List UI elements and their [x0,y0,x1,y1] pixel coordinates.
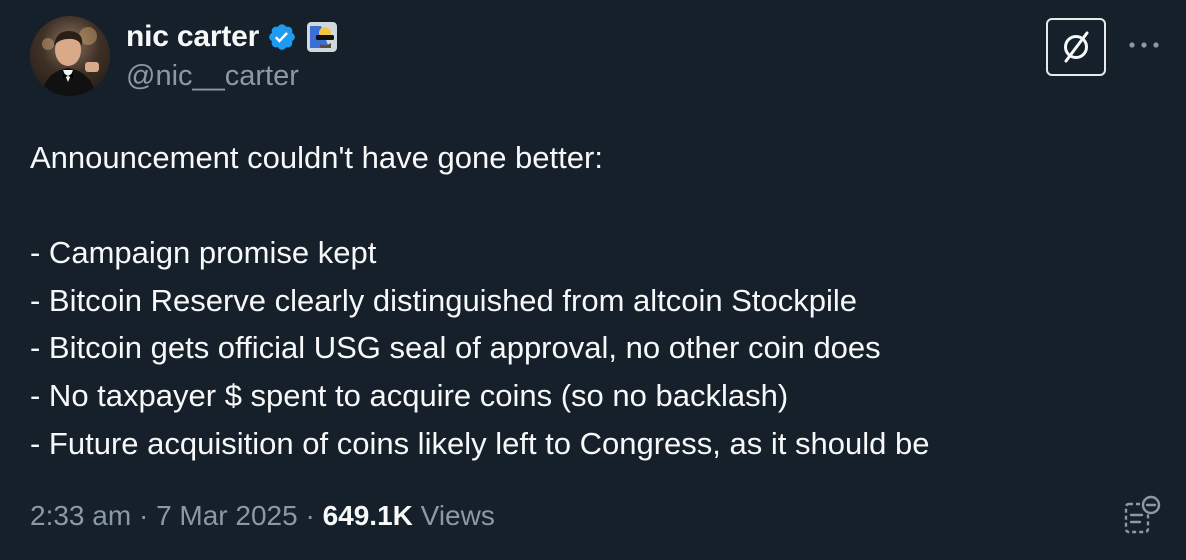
meta-separator: · [297,500,323,531]
tweet-line: - Bitcoin gets official USG seal of appr… [30,330,881,366]
brand-logo-icon [1064,31,1089,63]
brand-logo-button[interactable] [1046,18,1106,76]
views-count[interactable]: 649.1K [323,500,413,531]
meta-separator: · [131,500,157,531]
tweet-line: - Bitcoin Reserve clearly distinguished … [30,282,858,318]
avatar[interactable] [30,16,110,96]
tweet-date[interactable]: 7 Mar 2025 [156,500,298,531]
verified-badge-icon[interactable] [267,22,297,52]
tweet-line: Announcement couldn't have gone better: [30,140,603,175]
tweet-time[interactable]: 2:33 am [30,500,131,531]
tweet-metadata: 2:33 am · 7 Mar 2025 · 649.1K Views [30,500,495,532]
tweet-line: - No taxpayer $ spent to acquire coins (… [30,377,789,413]
tweet-text: Announcement couldn't have gone better: … [30,134,1160,467]
more-options-icon [1129,42,1159,48]
tweet-line: - Campaign promise kept [30,235,377,271]
tweet-line: - Future acquisition of coins likely lef… [30,425,930,461]
author-display-name[interactable]: nic carter [126,20,259,54]
affiliation-badge-icon[interactable] [307,22,338,52]
tweet-line [30,182,1160,230]
more-options-button[interactable] [1126,30,1162,60]
views-label: Views [412,500,495,531]
community-notes-icon[interactable] [1122,494,1162,538]
avatar-image [42,27,99,96]
author-handle[interactable]: @nic__carter [126,60,299,93]
author-name-row: nic carter [126,18,338,56]
